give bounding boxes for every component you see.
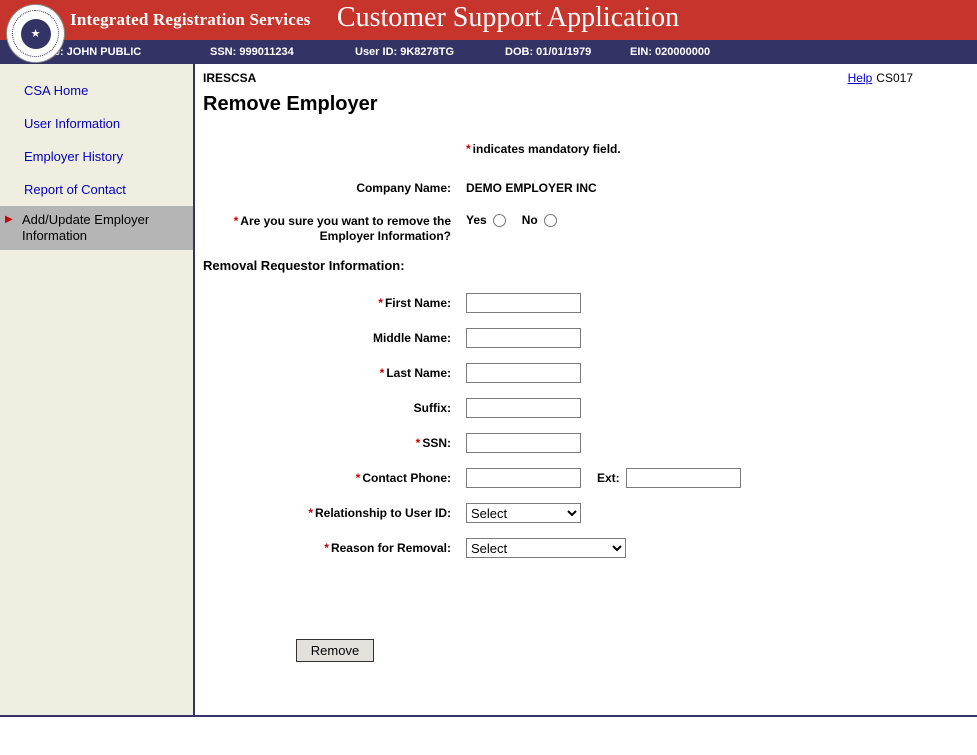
- ssa-seal-ring: [12, 10, 59, 57]
- first-name-input[interactable]: [466, 293, 581, 313]
- app-header: Integrated Registration Services Custome…: [0, 0, 977, 40]
- middle-name-cell: [451, 328, 581, 348]
- confirm-question-text: Are you sure you want to remove the Empl…: [240, 214, 451, 243]
- app-subtitle: Integrated Registration Services: [70, 10, 311, 30]
- remove-button[interactable]: Remove: [296, 639, 374, 662]
- ssn-input[interactable]: [466, 433, 581, 453]
- company-name-value-cell: DEMO EMPLOYER INC: [451, 178, 597, 196]
- middle-name-label: Middle Name:: [203, 328, 451, 348]
- company-name-label: Company Name:: [203, 178, 451, 196]
- suffix-input[interactable]: [466, 398, 581, 418]
- required-asterisk: *: [356, 471, 361, 485]
- first-name-label: *First Name:: [203, 293, 451, 313]
- sidebar-item-user-information[interactable]: User Information: [0, 107, 193, 140]
- app-code: IRESCSA: [203, 71, 256, 85]
- selected-item-arrow-icon: ▶: [5, 214, 13, 226]
- reason-label: *Reason for Removal:: [203, 538, 451, 558]
- ssn-label-text: SSN:: [422, 436, 451, 450]
- ssa-seal-logo: [7, 5, 64, 62]
- suffix-row: Suffix:: [203, 398, 969, 418]
- page-body: CSA Home User Information Employer Histo…: [0, 64, 977, 717]
- ssn-row: *SSN:: [203, 433, 969, 453]
- contact-phone-input[interactable]: [466, 468, 581, 488]
- sidebar-item-label: Add/Update Employer Information: [22, 212, 149, 243]
- user-ein: EIN: 020000000: [630, 46, 710, 58]
- required-asterisk: *: [308, 506, 313, 520]
- requestor-section-title: Removal Requestor Information:: [203, 258, 969, 273]
- empty-label-cell: [203, 142, 451, 156]
- first-name-cell: [451, 293, 581, 313]
- reason-cell: Select: [451, 538, 626, 558]
- relationship-cell: Select: [451, 503, 581, 523]
- contact-phone-label-text: Contact Phone:: [362, 471, 451, 485]
- user-id: User ID: 9K8278TG: [355, 46, 454, 58]
- reason-row: *Reason for Removal: Select: [203, 538, 969, 558]
- required-asterisk: *: [324, 541, 329, 555]
- confirm-radio-group: Yes No: [451, 211, 557, 244]
- page-title: Remove Employer: [203, 93, 969, 116]
- sidebar-item-add-update-employer-information[interactable]: ▶ Add/Update Employer Information: [0, 206, 193, 250]
- sidebar-item-employer-history[interactable]: Employer History: [0, 140, 193, 173]
- mandatory-note-row: * indicates mandatory field.: [203, 142, 969, 156]
- required-asterisk: *: [378, 296, 383, 310]
- relationship-row: *Relationship to User ID: Select: [203, 503, 969, 523]
- last-name-row: *Last Name:: [203, 363, 969, 383]
- contact-phone-row: *Contact Phone: Ext:: [203, 468, 969, 488]
- last-name-cell: [451, 363, 581, 383]
- yes-radio[interactable]: [493, 214, 506, 227]
- page-code: CS017: [876, 71, 913, 85]
- ext-label: Ext:: [597, 471, 620, 485]
- required-asterisk: *: [380, 366, 385, 380]
- sidebar-item-report-of-contact[interactable]: Report of Contact: [0, 173, 193, 206]
- ssa-seal-center: [21, 19, 51, 49]
- ssn-label: *SSN:: [203, 433, 451, 453]
- reason-label-text: Reason for Removal:: [331, 541, 451, 555]
- suffix-label: Suffix:: [203, 398, 451, 418]
- last-name-input[interactable]: [466, 363, 581, 383]
- middle-name-row: Middle Name:: [203, 328, 969, 348]
- relationship-select[interactable]: Select: [466, 503, 581, 523]
- confirm-question-label: *Are you sure you want to remove the Emp…: [203, 211, 451, 244]
- main-content: IRESCSA HelpCS017 Remove Employer * indi…: [195, 64, 977, 715]
- ext-input[interactable]: [626, 468, 741, 488]
- help-area: HelpCS017: [848, 71, 969, 85]
- yes-label: Yes: [466, 211, 487, 227]
- relationship-label: *Relationship to User ID:: [203, 503, 451, 523]
- company-name-row: Company Name: DEMO EMPLOYER INC: [203, 178, 969, 196]
- required-asterisk: *: [416, 436, 421, 450]
- sidebar-item-csa-home[interactable]: CSA Home: [0, 74, 193, 107]
- required-asterisk: *: [466, 142, 471, 156]
- user-info-bar: Name: JOHN PUBLIC SSN: 999011234 User ID…: [0, 40, 977, 64]
- user-dob: DOB: 01/01/1979: [505, 46, 591, 58]
- required-asterisk: *: [234, 214, 239, 228]
- company-name-value: DEMO EMPLOYER INC: [466, 178, 597, 195]
- suffix-cell: [451, 398, 581, 418]
- contact-phone-cell: Ext:: [451, 468, 741, 488]
- mandatory-note-cell: * indicates mandatory field.: [451, 142, 621, 156]
- first-name-label-text: First Name:: [385, 296, 451, 310]
- sidebar-nav: CSA Home User Information Employer Histo…: [0, 64, 195, 715]
- middle-name-input[interactable]: [466, 328, 581, 348]
- relationship-label-text: Relationship to User ID:: [315, 506, 451, 520]
- no-radio[interactable]: [544, 214, 557, 227]
- reason-select[interactable]: Select: [466, 538, 626, 558]
- ssn-cell: [451, 433, 581, 453]
- first-name-row: *First Name:: [203, 293, 969, 313]
- user-ssn: SSN: 999011234: [210, 46, 294, 58]
- help-link[interactable]: Help: [848, 71, 873, 85]
- app-title: Customer Support Application: [337, 2, 679, 34]
- last-name-label: *Last Name:: [203, 363, 451, 383]
- content-header-row: IRESCSA HelpCS017: [203, 71, 969, 85]
- no-label: No: [522, 211, 538, 227]
- last-name-label-text: Last Name:: [386, 366, 451, 380]
- contact-phone-label: *Contact Phone:: [203, 468, 451, 488]
- confirm-removal-row: *Are you sure you want to remove the Emp…: [203, 211, 969, 244]
- mandatory-note: indicates mandatory field.: [473, 142, 621, 156]
